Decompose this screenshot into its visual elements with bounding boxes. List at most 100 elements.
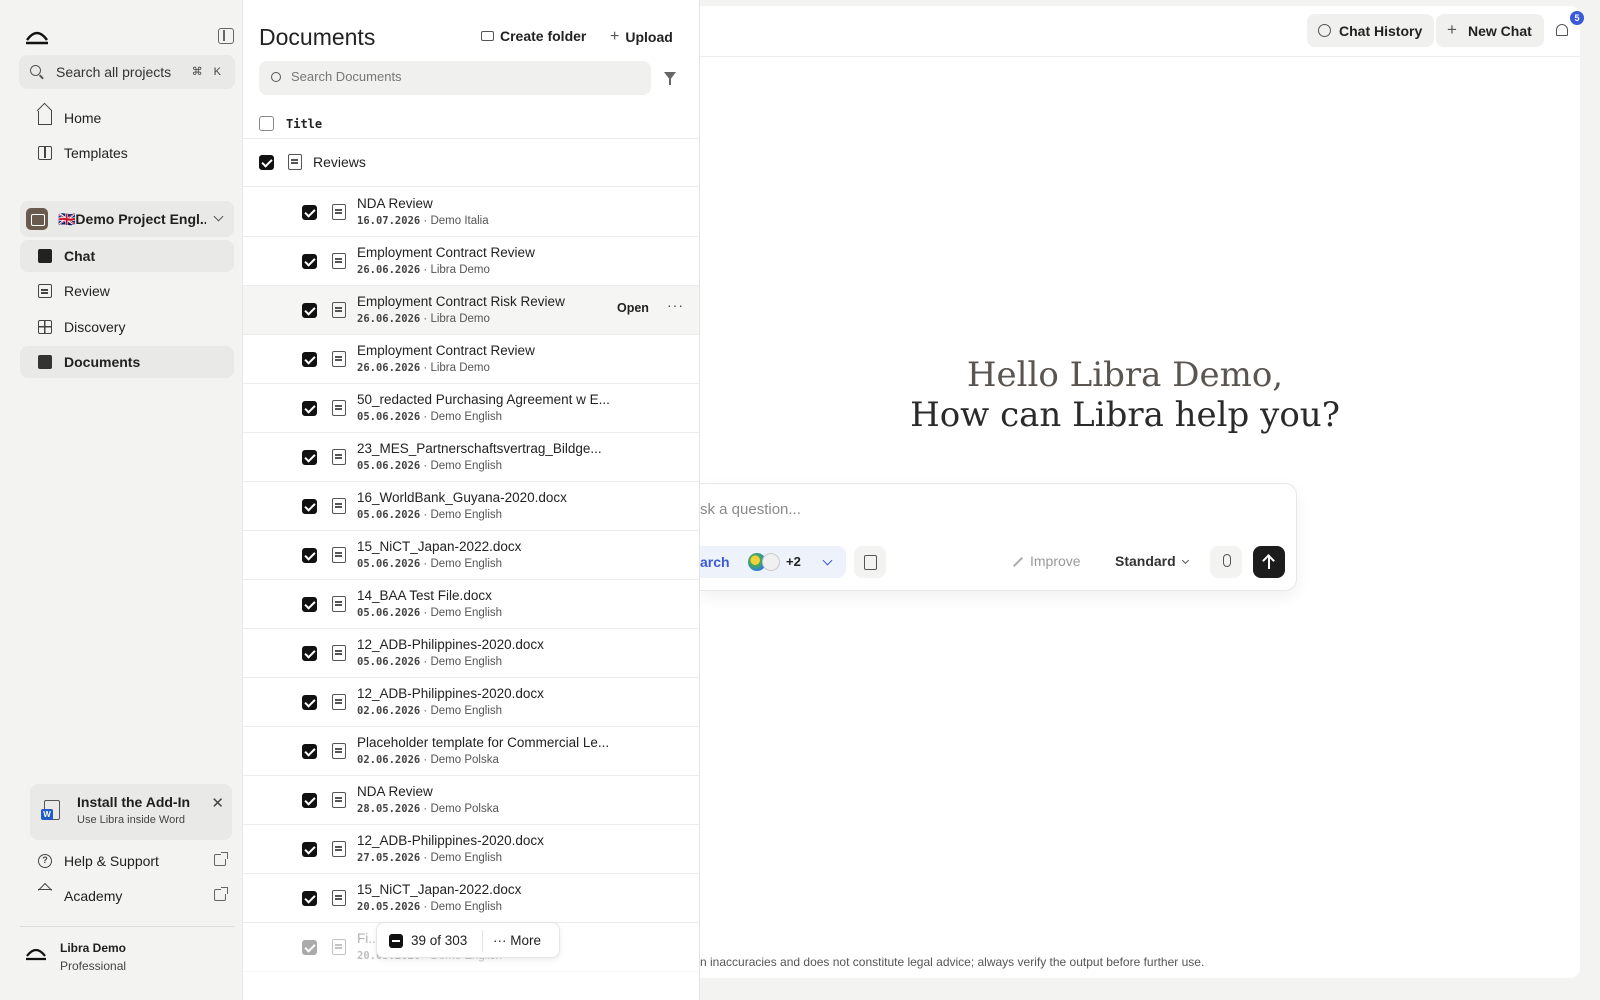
table-row[interactable]: Employment Contract Review 26.06.2026 · L…: [243, 237, 699, 286]
search-icon: [30, 65, 41, 76]
select-all-checkbox[interactable]: [259, 116, 274, 131]
mode-selector[interactable]: Standard: [1115, 553, 1189, 569]
table-row[interactable]: 15_NiCT_Japan-2022.docx 20.05.2026 · Demo…: [243, 874, 699, 923]
table-row[interactable]: Employment Contract Risk Review 26.06.202…: [243, 286, 699, 335]
doc-date: 05.06.2026: [357, 558, 421, 570]
row-checkbox[interactable]: [302, 548, 317, 563]
search-sources-chip[interactable]: arch +2: [700, 546, 846, 578]
doc-date: 27.05.2026: [357, 852, 421, 864]
doc-owner: Demo English: [430, 656, 503, 668]
sidebar-item-chat[interactable]: Chat: [20, 240, 234, 272]
home-icon: [38, 111, 52, 125]
doc-owner: Libra Demo: [430, 264, 490, 276]
row-checkbox[interactable]: [302, 450, 317, 465]
addin-banner[interactable]: Install the Add-In Use Libra inside Word…: [30, 784, 232, 840]
row-checkbox[interactable]: [302, 842, 317, 857]
row-checkbox[interactable]: [302, 891, 317, 906]
attach-button[interactable]: [854, 546, 886, 578]
filter-icon[interactable]: [664, 72, 676, 85]
chat-history-button[interactable]: Chat History: [1307, 14, 1435, 47]
row-checkbox[interactable]: [302, 597, 317, 612]
doc-owner: Demo English: [430, 607, 503, 619]
row-checkbox[interactable]: [302, 205, 317, 220]
table-row[interactable]: Placeholder template for Commercial Le..…: [243, 727, 699, 776]
table-row[interactable]: 16_WorldBank_Guyana-2020.docx 05.06.2026 …: [243, 482, 699, 531]
chat-input[interactable]: sk a question...: [700, 501, 801, 518]
document-icon: [332, 645, 346, 661]
row-checkbox[interactable]: [302, 254, 317, 269]
row-checkbox[interactable]: [302, 499, 317, 514]
document-icon: [332, 547, 346, 563]
doc-meta: 26.06.2026 · Libra Demo: [357, 313, 490, 325]
search-all-projects[interactable]: Search all projects ⌘ K: [19, 55, 235, 89]
table-row[interactable]: 12_ADB-Philippines-2020.docx 05.06.2026 ·…: [243, 629, 699, 678]
academy-link[interactable]: Academy: [20, 881, 234, 911]
new-chat-button[interactable]: + New Chat: [1436, 14, 1544, 47]
close-icon[interactable]: ✕: [211, 794, 224, 812]
sidebar-item-review[interactable]: Review: [20, 275, 234, 307]
divider: [20, 926, 234, 927]
libra-logo[interactable]: [24, 28, 50, 46]
table-row[interactable]: 23_MES_Partnerschaftsvertrag_Bildge... 05…: [243, 433, 699, 482]
more-options-icon[interactable]: ···: [667, 297, 684, 313]
deselect-checkbox[interactable]: [389, 934, 403, 948]
documents-panel: Documents Create folder + Upload Title R…: [242, 0, 700, 1000]
table-row[interactable]: 12_ADB-Philippines-2020.docx 02.06.2026 ·…: [243, 678, 699, 727]
more-actions-button[interactable]: ··· More: [493, 933, 541, 948]
row-checkbox[interactable]: [302, 793, 317, 808]
greeting-line-2: How can Libra help you?: [910, 395, 1340, 435]
sidebar-item-templates[interactable]: Templates: [20, 137, 234, 169]
doc-meta: 02.06.2026 · Demo English: [357, 705, 503, 717]
improve-button[interactable]: Improve: [1012, 553, 1081, 569]
doc-owner: Demo English: [430, 558, 503, 570]
table-row[interactable]: 12_ADB-Philippines-2020.docx 27.05.2026 ·…: [243, 825, 699, 874]
folder-row-reviews[interactable]: Reviews: [243, 138, 699, 187]
table-row[interactable]: 50_redacted Purchasing Agreement w E... 0…: [243, 384, 699, 433]
row-checkbox[interactable]: [302, 695, 317, 710]
row-checkbox[interactable]: [302, 401, 317, 416]
project-selector[interactable]: 🇬🇧Demo Project Engl...: [20, 201, 234, 237]
disclaimer: n inaccuracies and does not constitute l…: [700, 955, 1205, 969]
row-checkbox[interactable]: [302, 940, 317, 955]
bell-icon[interactable]: [1556, 24, 1568, 36]
search-shortcut: ⌘ K: [191, 66, 225, 78]
sidebar-item-documents[interactable]: Documents: [20, 346, 234, 378]
documents-search[interactable]: [259, 61, 651, 95]
upload-button[interactable]: + Upload: [610, 28, 673, 46]
collapse-sidebar-icon[interactable]: [218, 28, 234, 44]
table-row[interactable]: NDA Review 16.07.2026 · Demo Italia: [243, 188, 699, 237]
table-row[interactable]: NDA Review 28.05.2026 · Demo Polska: [243, 776, 699, 825]
column-title: Title: [286, 117, 323, 131]
row-checkbox[interactable]: [302, 744, 317, 759]
doc-date: 05.06.2026: [357, 607, 421, 619]
table-row[interactable]: Employment Contract Review 26.06.2026 · L…: [243, 335, 699, 384]
open-button[interactable]: Open: [617, 301, 649, 315]
table-row[interactable]: 15_NiCT_Japan-2022.docx 05.06.2026 · Demo…: [243, 531, 699, 580]
sidebar-item-home[interactable]: Home: [20, 102, 234, 134]
grid-icon: [38, 320, 52, 334]
create-folder-button[interactable]: Create folder: [481, 28, 586, 44]
folder-checkbox[interactable]: [259, 155, 274, 170]
row-checkbox[interactable]: [302, 352, 317, 367]
doc-title: Employment Contract Review: [357, 343, 535, 358]
chevron-down-icon[interactable]: [822, 555, 833, 566]
doc-date: 02.06.2026: [357, 754, 421, 766]
doc-owner: Libra Demo: [430, 362, 490, 374]
row-checkbox[interactable]: [302, 646, 317, 661]
row-checkbox[interactable]: [302, 303, 317, 318]
user-profile[interactable]: Libra Demo Professional: [20, 933, 234, 983]
doc-meta: 27.05.2026 · Demo English: [357, 852, 503, 864]
improve-label: Improve: [1030, 553, 1081, 569]
sidebar-item-discovery[interactable]: Discovery: [20, 311, 234, 343]
doc-owner: Demo English: [430, 509, 503, 521]
doc-title: Placeholder template for Commercial Le..…: [357, 735, 610, 750]
microphone-button[interactable]: [1210, 546, 1242, 578]
help-label: Help & Support: [64, 853, 159, 869]
doc-date: 02.06.2026: [357, 705, 421, 717]
send-button[interactable]: [1253, 546, 1285, 578]
search-input[interactable]: [291, 69, 631, 84]
doc-date: 05.06.2026: [357, 460, 421, 472]
table-row[interactable]: 14_BAA Test File.docx 05.06.2026 · Demo E…: [243, 580, 699, 629]
help-support-link[interactable]: ? Help & Support: [20, 846, 234, 876]
wand-icon: [1013, 557, 1023, 568]
